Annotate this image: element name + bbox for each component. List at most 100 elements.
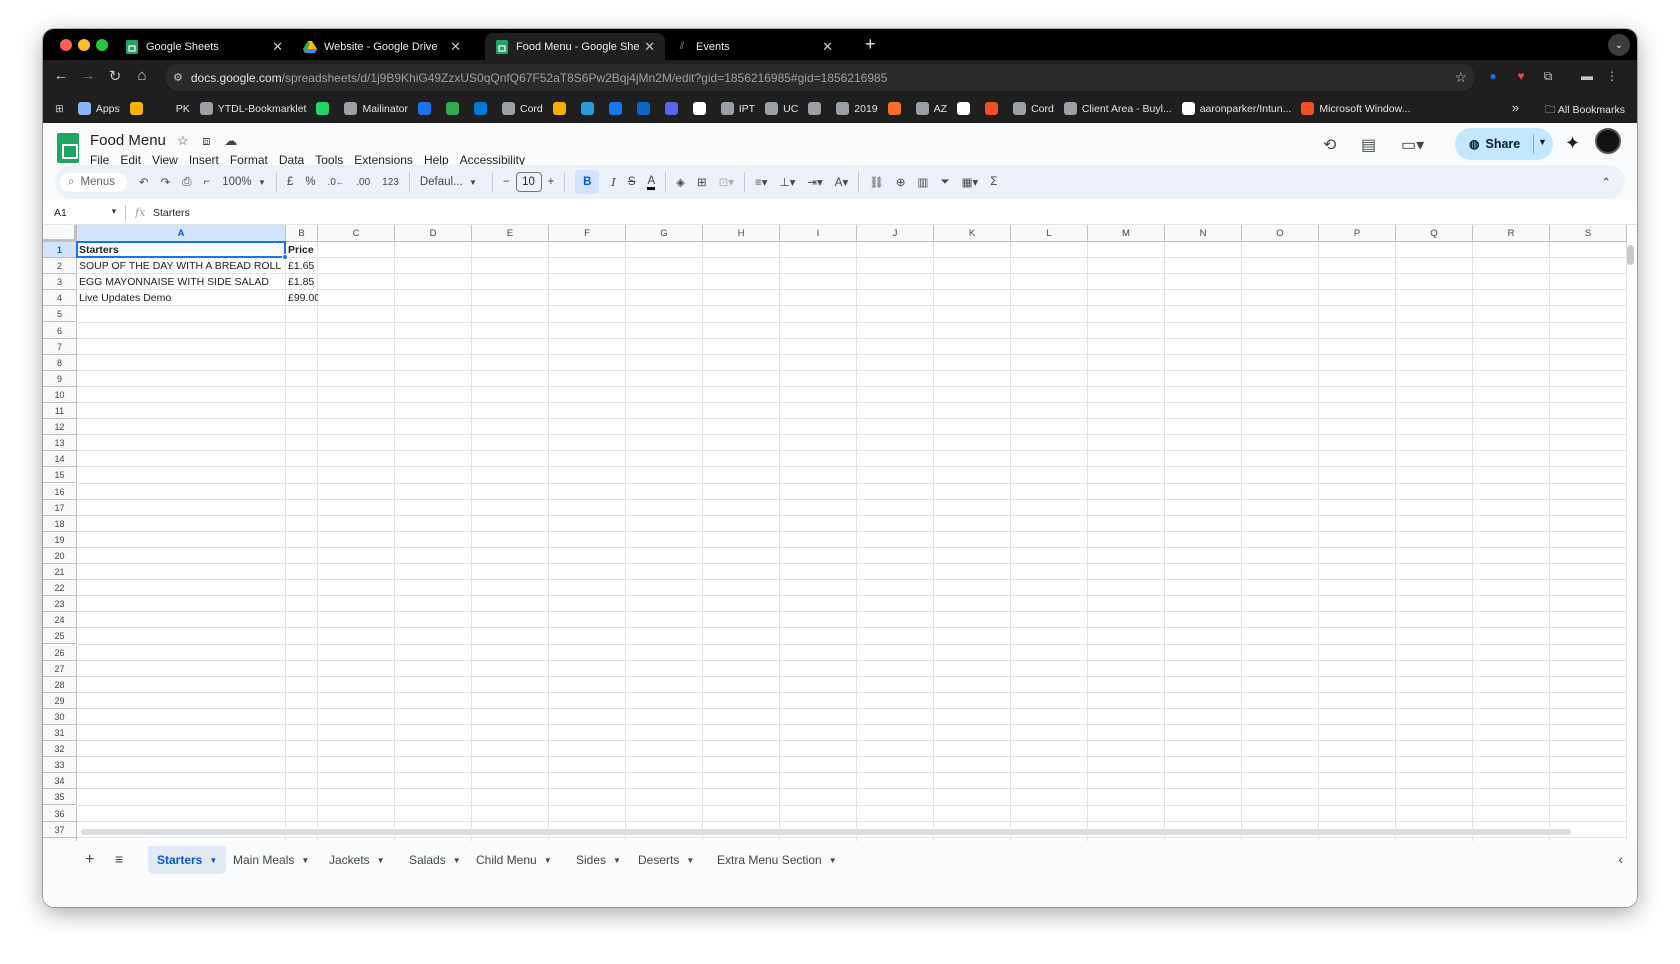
move-folder-icon[interactable]: ⧈ xyxy=(202,133,210,148)
column-header-n[interactable]: N xyxy=(1165,225,1242,242)
bookmark-item[interactable]: PK xyxy=(157,102,190,115)
sheet-tab-jackets[interactable]: Jackets ▼ xyxy=(320,846,394,874)
row-header[interactable]: 18 xyxy=(43,515,77,532)
bookmark-item[interactable]: Client Area - Buyl... xyxy=(1063,102,1172,115)
chevron-down-icon[interactable]: ▼ xyxy=(377,856,385,865)
add-sheet-button[interactable]: + xyxy=(85,851,94,869)
increase-font-size-icon[interactable]: + xyxy=(548,176,555,188)
row-header[interactable]: 20 xyxy=(43,547,77,564)
column-header-i[interactable]: I xyxy=(780,225,857,242)
column-header-k[interactable]: K xyxy=(934,225,1011,242)
font-select[interactable]: Defaul... ▼ xyxy=(420,176,482,188)
chevron-down-icon[interactable]: ▼ xyxy=(110,207,118,216)
row-header[interactable]: 28 xyxy=(43,676,77,693)
close-tab-icon[interactable]: ✕ xyxy=(450,39,461,55)
name-box[interactable]: A1 xyxy=(54,207,67,219)
bookmark-item[interactable]: Microsoft Window... xyxy=(1301,102,1410,115)
row-header[interactable]: 26 xyxy=(43,644,77,661)
vertical-scrollbar[interactable] xyxy=(1627,245,1634,265)
filter-icon[interactable]: ⏷ xyxy=(940,176,949,189)
row-header[interactable]: 21 xyxy=(43,564,77,581)
password-manager-icon[interactable]: ● xyxy=(1485,69,1501,85)
select-all-corner[interactable] xyxy=(43,225,77,242)
bookmark-item[interactable] xyxy=(985,102,1003,115)
bookmark-item[interactable]: 2019 xyxy=(836,102,878,115)
cloud-saved-icon[interactable]: ☁ xyxy=(224,133,237,148)
chevron-down-icon[interactable]: ▼ xyxy=(829,856,837,865)
sheet-tab-salads[interactable]: Salads ▼ xyxy=(400,846,470,874)
collapse-sheets-icon[interactable]: ‹ xyxy=(1618,851,1623,867)
increase-decimal-button[interactable]: .00 xyxy=(356,177,370,188)
bookmark-item[interactable]: Cord xyxy=(1013,102,1054,115)
column-header-j[interactable]: J xyxy=(857,225,934,242)
more-bookmarks-icon[interactable]: » xyxy=(1512,100,1519,115)
back-icon[interactable]: ← xyxy=(51,67,71,84)
browser-tab-events[interactable]: ⫽ Events ✕ xyxy=(665,33,843,60)
insert-comment-icon[interactable]: ⊕ xyxy=(896,175,906,189)
bookmark-item[interactable] xyxy=(957,102,975,115)
spreadsheet-grid[interactable]: A B C D E F G H I J K L M N O P Q R S 1 2 3 4 5 6 7 8 9 10 11 12 13 14 15… xyxy=(43,225,1637,841)
profile-icon[interactable]: ▬ xyxy=(1579,69,1595,85)
row-header[interactable]: 19 xyxy=(43,531,77,548)
row-header[interactable]: 14 xyxy=(43,451,77,468)
sheet-tab-deserts[interactable]: Deserts ▼ xyxy=(629,846,703,874)
row-header[interactable]: 7 xyxy=(43,338,77,355)
cell-b4[interactable]: £99.00 xyxy=(286,290,318,306)
paint-format-icon[interactable]: ⌐ xyxy=(203,176,210,188)
undo-icon[interactable]: ↶ xyxy=(139,175,149,189)
bookmark-star-icon[interactable]: ☆ xyxy=(1454,69,1467,86)
sheets-logo[interactable] xyxy=(57,133,79,163)
row-header[interactable]: 6 xyxy=(43,322,77,339)
column-header-h[interactable]: H xyxy=(703,225,780,242)
row-header[interactable]: 36 xyxy=(43,805,77,822)
cell-a4[interactable]: Live Updates Demo xyxy=(77,290,286,306)
close-tab-icon[interactable]: ✕ xyxy=(644,39,655,55)
all-sheets-button[interactable]: ≡ xyxy=(115,851,123,867)
bookmark-item[interactable] xyxy=(808,102,826,115)
browser-menu-icon[interactable]: ⋮ xyxy=(1604,69,1620,85)
currency-format-button[interactable]: £ xyxy=(287,176,293,188)
italic-button[interactable]: I xyxy=(611,175,616,189)
bookmark-item[interactable] xyxy=(608,102,627,115)
row-header[interactable]: 30 xyxy=(43,708,77,725)
sheet-tab-sides[interactable]: Sides ▼ xyxy=(567,846,630,874)
sheet-tab-extra-menu-section[interactable]: Extra Menu Section ▼ xyxy=(708,846,846,874)
row-header[interactable]: 22 xyxy=(43,580,77,597)
bookmark-item[interactable]: Mailinator xyxy=(344,102,408,115)
cell-b1[interactable]: Price xyxy=(286,242,318,258)
share-dropdown-icon[interactable]: ▼ xyxy=(1538,137,1547,147)
address-bar[interactable]: ⚙ docs.google.com/spreadsheets/d/1j9B9Kh… xyxy=(165,64,1475,91)
row-header[interactable]: 25 xyxy=(43,628,77,645)
horizontal-scrollbar[interactable] xyxy=(81,829,1571,835)
row-header[interactable]: 8 xyxy=(43,354,77,371)
close-tab-icon[interactable]: ✕ xyxy=(822,39,833,55)
bookmark-item[interactable] xyxy=(692,102,711,115)
borders-icon[interactable]: ⊞ xyxy=(697,175,707,189)
row-header[interactable]: 5 xyxy=(43,306,77,323)
column-header-c[interactable]: C xyxy=(318,225,395,242)
row-header[interactable]: 24 xyxy=(43,612,77,629)
row-header[interactable]: 27 xyxy=(43,660,77,677)
bookmark-item[interactable] xyxy=(316,102,334,115)
text-color-button[interactable]: A xyxy=(647,175,656,190)
sheet-tab-child-menu[interactable]: Child Menu ▼ xyxy=(467,846,561,874)
new-tab-button[interactable]: + xyxy=(865,34,876,55)
merge-cells-icon[interactable]: ⊡▾ xyxy=(719,175,734,189)
column-header-g[interactable]: G xyxy=(626,225,703,242)
browser-tab-google-sheets[interactable]: Google Sheets ✕ xyxy=(115,33,293,60)
percent-format-button[interactable]: % xyxy=(305,176,315,188)
row-header[interactable]: 35 xyxy=(43,789,77,806)
forward-icon[interactable]: → xyxy=(78,67,98,84)
zoom-select[interactable]: 100% ▼ xyxy=(222,176,266,188)
row-header[interactable]: 1 xyxy=(43,242,77,259)
close-tab-icon[interactable]: ✕ xyxy=(272,39,283,55)
fill-color-icon[interactable]: ◈ xyxy=(676,175,685,189)
sheet-tab-starters[interactable]: Starters ▼ xyxy=(148,846,227,874)
chevron-down-icon[interactable]: ▼ xyxy=(301,856,309,865)
column-header-m[interactable]: M xyxy=(1088,225,1165,242)
column-header-e[interactable]: E xyxy=(472,225,549,242)
all-bookmarks-folder[interactable]: 🗀 All Bookmarks xyxy=(1545,102,1625,120)
row-header[interactable]: 15 xyxy=(43,467,77,484)
chevron-down-icon[interactable]: ▼ xyxy=(613,856,621,865)
bookmark-item[interactable]: YTDL-Bookmarklet xyxy=(199,102,306,115)
